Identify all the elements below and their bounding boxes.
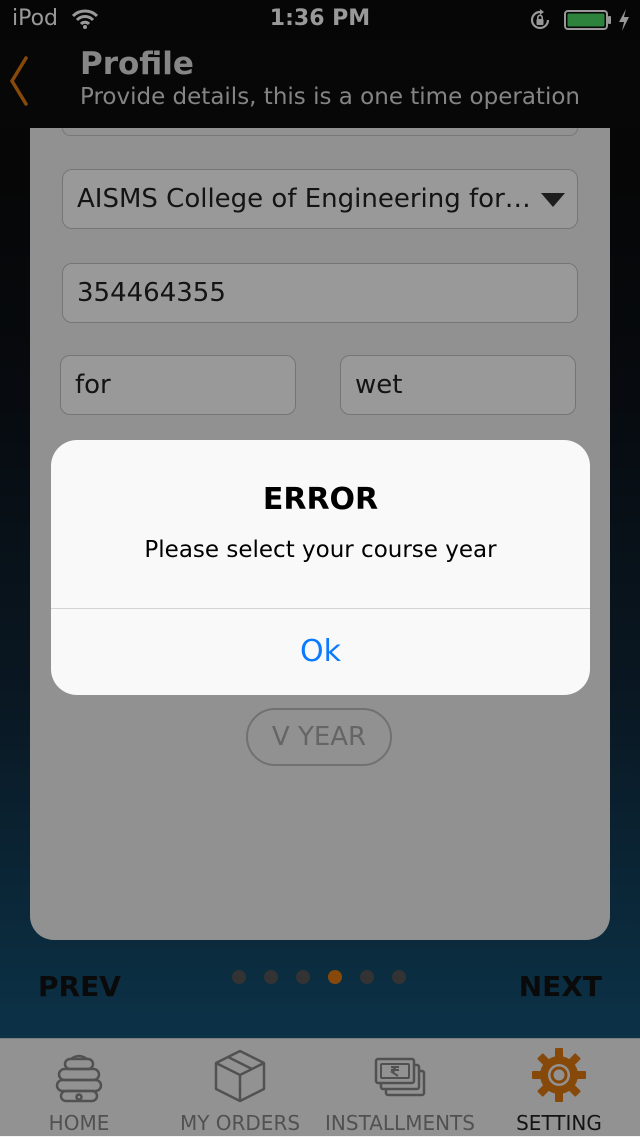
error-alert-dialog: ERROR Please select your course year Ok bbox=[51, 440, 590, 695]
alert-ok-button[interactable]: Ok bbox=[51, 609, 590, 695]
alert-title: ERROR bbox=[262, 482, 379, 517]
alert-message: Please select your course year bbox=[144, 537, 497, 563]
